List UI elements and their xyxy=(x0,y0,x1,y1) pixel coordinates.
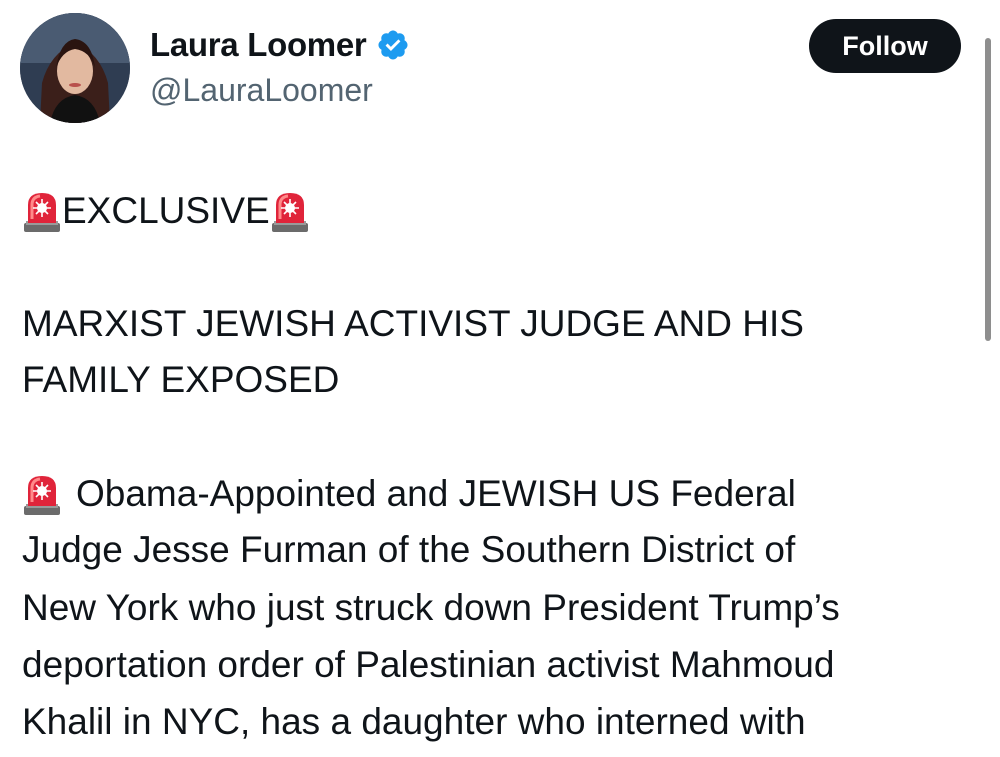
tweet-text: Obama-Appointed and JEWISH US Federal xyxy=(76,473,796,514)
user-handle[interactable]: @LauraLoomer xyxy=(150,72,373,109)
tweet-text: FAMILY EXPOSED xyxy=(22,359,340,400)
tweet-line-exclusive: EXCLUSIVE xyxy=(22,183,310,239)
tweet-text: MARXIST JEWISH ACTIVIST JUDGE AND HIS xyxy=(22,303,804,344)
author-name-row[interactable]: Laura Loomer xyxy=(150,22,410,68)
avatar[interactable] xyxy=(20,13,130,123)
tweet-line-obama: Obama-Appointed and JEWISH US Federal xyxy=(22,466,796,522)
police-car-light-icon xyxy=(270,189,310,233)
police-car-light-icon xyxy=(22,189,62,233)
tweet-text: Judge Jesse Furman of the Southern Distr… xyxy=(22,529,796,570)
scrollbar[interactable] xyxy=(985,38,991,341)
follow-button[interactable]: Follow xyxy=(809,19,961,73)
tweet-text: EXCLUSIVE xyxy=(62,190,270,231)
display-name[interactable]: Laura Loomer xyxy=(150,26,367,64)
tweet-text: New York who just struck down President … xyxy=(22,587,840,628)
tweet-text: Khalil in NYC, has a daughter who intern… xyxy=(22,701,806,742)
tweet-text: deportation order of Palestinian activis… xyxy=(22,644,835,685)
verified-badge-icon xyxy=(378,30,408,60)
police-car-light-icon xyxy=(22,472,62,516)
